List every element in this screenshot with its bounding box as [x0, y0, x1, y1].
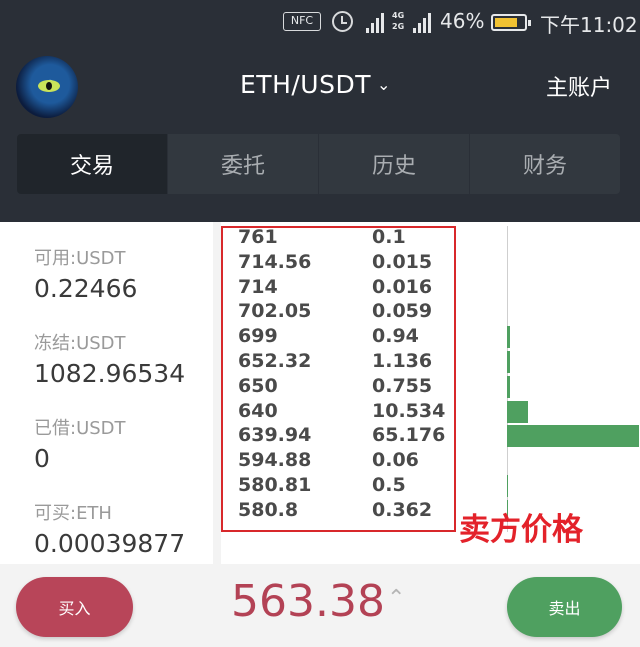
ask-price: 594.88 — [238, 449, 312, 472]
bottom-bar: 买入 563.38 ⌃ 卖出 — [0, 564, 640, 647]
depth-bar — [507, 351, 510, 373]
signal-icon-2 — [413, 13, 431, 33]
chevron-up-icon: ⌃ — [387, 586, 406, 611]
annotation-label: 卖方价格 — [459, 512, 583, 548]
status-bar: NFC 4G 2G 46% 下午11:02 — [0, 0, 640, 46]
tab-history[interactable]: 历史 — [318, 134, 469, 194]
pair-label: ETH/USDT — [240, 70, 371, 99]
depth-bar — [507, 425, 639, 448]
depth-bar — [507, 375, 510, 398]
sell-orderbook: 761 0.1 714.56 0.015 714 0.016 702.05 0.059 699 0… — [221, 222, 640, 564]
orderbook-row[interactable]: 761 0.1 — [221, 226, 451, 251]
frozen-usdt-value: 1082.96534 — [34, 359, 186, 388]
ask-price: 640 — [238, 399, 278, 422]
available-usdt-value: 0.22466 — [34, 274, 138, 303]
ask-price: 702.05 — [238, 300, 312, 323]
depth-bar — [507, 400, 528, 423]
available-usdt-label: 可用:USDT — [34, 248, 126, 269]
tab-orders[interactable]: 委托 — [167, 134, 318, 194]
alarm-icon — [332, 11, 353, 32]
ask-amount: 0.016 — [372, 275, 433, 298]
orderbook-row[interactable]: 650 0.755 — [221, 375, 451, 400]
buy-button[interactable]: 买入 — [16, 577, 133, 637]
orderbook-row[interactable]: 580.81 0.5 — [221, 474, 451, 499]
tab-bar: 交易 委托 历史 财务 — [17, 134, 620, 194]
ask-amount: 65.176 — [372, 424, 446, 447]
sell-button[interactable]: 卖出 — [507, 577, 622, 637]
account-switch[interactable]: 主账户 — [546, 70, 612, 102]
nfc-icon: NFC — [283, 12, 321, 31]
ask-price: 580.8 — [238, 498, 299, 521]
frozen-usdt-label: 冻结:USDT — [34, 333, 126, 354]
borrowed-usdt-value: 0 — [34, 444, 50, 473]
orderbook-row[interactable]: 652.32 1.136 — [221, 350, 451, 375]
chevron-down-icon: ⌄ — [376, 75, 391, 94]
ask-amount: 0.06 — [372, 449, 419, 472]
clock: 下午11:02 — [540, 13, 638, 37]
orderbook-row[interactable]: 639.94 65.176 — [221, 424, 451, 449]
orderbook-row[interactable]: 714.56 0.015 — [221, 251, 451, 276]
ask-price: 639.94 — [238, 424, 312, 447]
avatar[interactable] — [16, 56, 78, 118]
network-type-label: 4G 2G — [392, 11, 405, 31]
borrowed-usdt-label: 已借:USDT — [34, 418, 126, 439]
tab-trade[interactable]: 交易 — [17, 134, 167, 194]
orderbook-row[interactable]: 594.88 0.06 — [221, 449, 451, 474]
battery-percent: 46% — [440, 9, 485, 33]
ask-amount: 0.015 — [372, 250, 433, 273]
battery-icon — [491, 14, 531, 31]
ask-price: 699 — [238, 325, 278, 348]
tab-finance[interactable]: 财务 — [469, 134, 620, 194]
ask-amount: 0.362 — [372, 498, 433, 521]
orderbook-row[interactable]: 714 0.016 — [221, 276, 451, 301]
ask-amount: 0.059 — [372, 300, 433, 323]
signal-icon — [366, 13, 384, 33]
ask-price: 580.81 — [238, 474, 312, 496]
ask-amount: 1.136 — [372, 350, 433, 372]
last-price: 563.38 — [231, 576, 385, 627]
ask-amount: 0.94 — [372, 325, 419, 348]
ask-price: 714 — [238, 275, 278, 298]
depth-bar — [507, 326, 510, 349]
ask-amount: 0.5 — [372, 474, 406, 496]
ask-price: 652.32 — [238, 350, 312, 372]
ask-price: 650 — [238, 374, 278, 397]
depth-bar — [507, 475, 508, 497]
ask-price: 761 — [238, 226, 278, 248]
ask-amount: 0.755 — [372, 374, 433, 397]
ask-amount: 10.534 — [372, 399, 446, 422]
pair-selector[interactable]: ETH/USDT ⌄ — [240, 70, 391, 99]
ask-amount: 0.1 — [372, 226, 406, 248]
orderbook-row[interactable]: 580.8 0.362 — [221, 499, 451, 524]
orderbook-row[interactable]: 699 0.94 — [221, 325, 451, 350]
ask-price: 714.56 — [238, 250, 312, 273]
balances-panel: 可用:USDT 0.22466 冻结:USDT 1082.96534 已借:US… — [0, 222, 213, 564]
buyable-eth-value: 0.00039877 — [34, 529, 186, 558]
orderbook-row[interactable]: 640 10.534 — [221, 400, 451, 425]
app-header: ETH/USDT ⌄ 主账户 交易 委托 历史 财务 — [0, 46, 640, 222]
orderbook-row[interactable]: 702.05 0.059 — [221, 300, 451, 325]
buyable-eth-label: 可买:ETH — [34, 503, 112, 524]
